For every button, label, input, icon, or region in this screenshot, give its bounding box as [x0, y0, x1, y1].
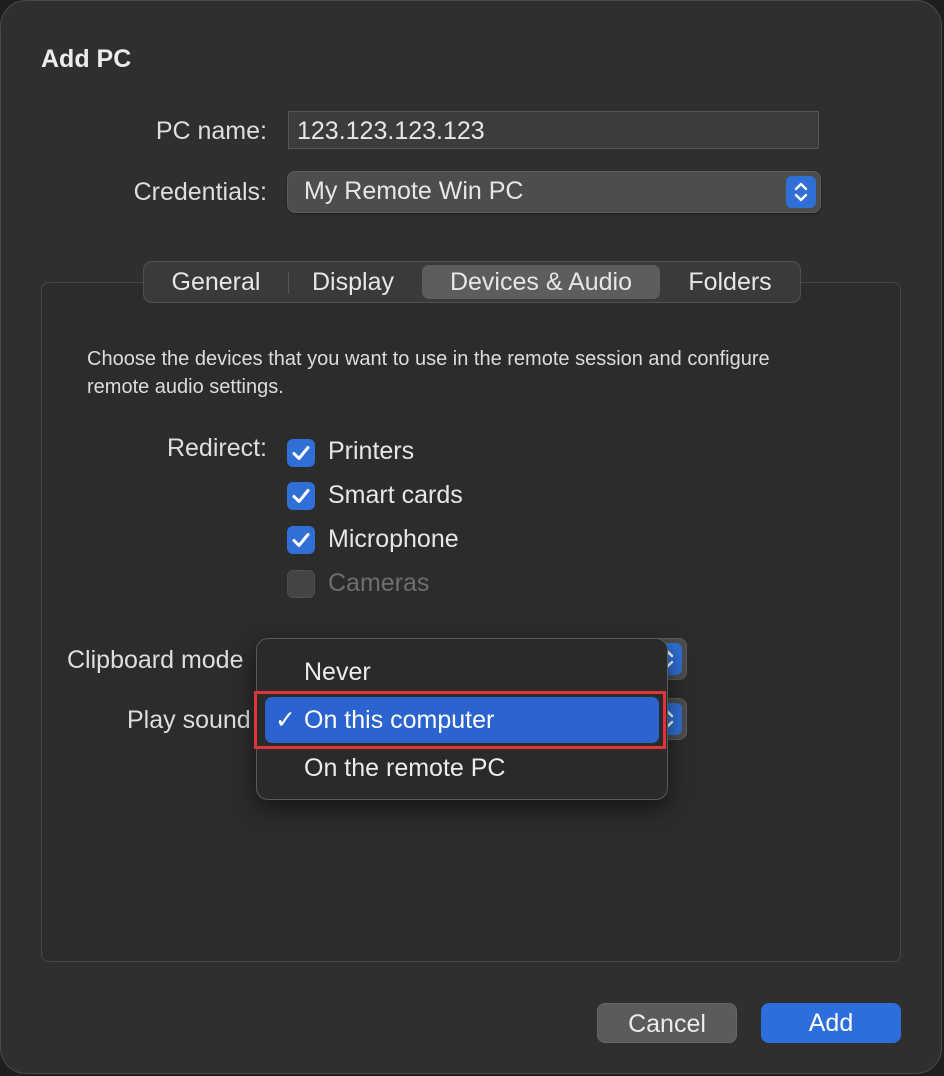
credentials-value: My Remote Win PC [304, 177, 524, 205]
checkmark-icon [292, 533, 310, 547]
credentials-popup[interactable]: My Remote Win PC [287, 171, 821, 213]
redirect-label: Redirect: [166, 434, 267, 462]
highlight-annotation [254, 691, 666, 749]
devices-description: Choose the devices that you want to use … [87, 348, 770, 398]
cancel-button[interactable]: Cancel [597, 1003, 737, 1043]
checkmark-icon [292, 489, 310, 503]
menu-item-never[interactable]: Never [265, 649, 659, 695]
cameras-checkbox [287, 570, 315, 598]
checkmark-icon [292, 446, 310, 460]
clipboard-mode-label: Clipboard mode [67, 646, 244, 674]
menu-item-label: Never [304, 658, 371, 686]
printers-checkbox[interactable] [287, 439, 315, 467]
tab-devices-audio[interactable]: Devices & Audio [422, 265, 660, 299]
chevron-up-down-icon [786, 176, 816, 208]
printers-label[interactable]: Printers [328, 437, 414, 466]
microphone-checkbox[interactable] [287, 526, 315, 554]
tab-general[interactable]: General [147, 265, 285, 299]
add-button[interactable]: Add [761, 1003, 901, 1043]
cameras-label: Cameras [328, 569, 430, 597]
credentials-label: Credentials: [133, 178, 267, 206]
play-sound-label: Play sound [127, 706, 251, 734]
tab-display[interactable]: Display [290, 265, 416, 299]
microphone-label[interactable]: Microphone [328, 525, 459, 554]
smart-cards-label[interactable]: Smart cards [328, 481, 463, 510]
tab-folders[interactable]: Folders [664, 265, 796, 299]
tab-bar: General Display Devices & Audio Folders [143, 261, 801, 303]
smart-cards-checkbox[interactable] [287, 482, 315, 510]
add-pc-dialog: Add PC PC name: Credentials: My Remote W… [0, 0, 942, 1074]
menu-item-label: On the remote PC [304, 754, 506, 782]
pc-name-label: PC name: [155, 117, 267, 145]
tab-separator [288, 272, 289, 294]
dialog-title: Add PC [41, 45, 132, 73]
pc-name-input[interactable] [288, 111, 819, 149]
menu-item-on-the-remote-pc[interactable]: On the remote PC [265, 745, 659, 791]
